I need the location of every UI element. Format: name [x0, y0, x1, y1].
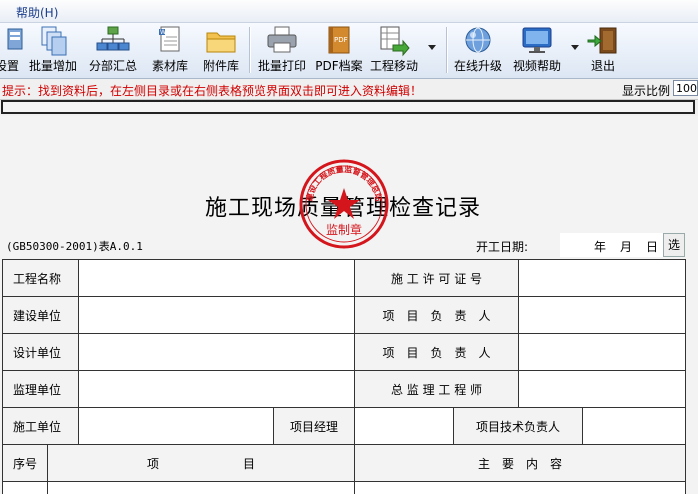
project-name-field[interactable] [78, 259, 355, 297]
pdf-archive-button[interactable]: PDF PDF档案 [314, 25, 364, 76]
supervision-unit-label: 监理单位 [2, 370, 79, 408]
tip-bar: 提示：找到资料后，在左侧目录或在右侧表格预览界面双击即可进入资料编辑！ 显示比例 [0, 79, 698, 100]
tech-lead-label: 项目技术负责人 [453, 407, 583, 445]
seal-text: 监制章 [326, 222, 362, 237]
supervision-seal-icon: 建设工程质量监督管理总站 监制章 [299, 159, 389, 249]
project-manager-field[interactable] [354, 407, 454, 445]
chief-engineer-label: 总 监 理 工 程 师 [354, 370, 519, 408]
col-no-header: 序号 [2, 444, 48, 482]
owner-lead-label: 项 目 负 责 人 [354, 296, 519, 334]
document-preview[interactable]: 施工现场质量管理检查记录 建设工程质量监督管理总站 监制章 (GB50300-2… [0, 116, 698, 494]
project-move-icon [380, 26, 410, 57]
table-row-item-cell[interactable] [47, 481, 355, 494]
menu-help[interactable]: 帮助(H) [16, 4, 58, 21]
date-day-label: 日 [646, 240, 659, 254]
design-lead-label: 项 目 负 责 人 [354, 333, 519, 371]
project-manager-label: 项目经理 [273, 407, 355, 445]
svg-text:W: W [160, 29, 166, 36]
project-name-label: 工程名称 [2, 259, 79, 297]
settings-button[interactable]: 设置 [0, 25, 23, 76]
batch-add-button[interactable]: 批量增加 [26, 25, 80, 76]
toolbar-separator [249, 27, 251, 73]
col-item-header: 项 目 [47, 444, 355, 482]
owner-unit-label: 建设单位 [2, 296, 79, 334]
material-library-icon: W [159, 26, 180, 52]
permit-no-field[interactable] [518, 259, 686, 297]
batch-print-button[interactable]: 批量打印 [254, 25, 310, 76]
date-select-button[interactable]: 选 [663, 233, 685, 257]
video-help-button[interactable]: 视频帮助 [510, 25, 564, 76]
start-date-label: 开工日期: [476, 240, 529, 254]
tip-text: 提示：找到资料后，在左侧目录或在右侧表格预览界面双击即可进入资料编辑！ [2, 84, 423, 98]
col-content-header: 主 要 内 容 [354, 444, 686, 482]
section-summary-button[interactable]: 分部汇总 [86, 25, 140, 76]
design-unit-field[interactable] [78, 333, 355, 371]
pdf-archive-icon: PDF [328, 26, 350, 54]
supervision-unit-field[interactable] [78, 370, 355, 408]
menu-bar: 帮助(H) [0, 0, 698, 23]
design-lead-field[interactable] [518, 333, 686, 371]
permit-no-label: 施 工 许 可 证 号 [354, 259, 519, 297]
exit-button[interactable]: 退出 [586, 25, 620, 76]
owner-unit-field[interactable] [78, 296, 355, 334]
table-row-no-cell[interactable] [2, 481, 48, 494]
table-row-content-cell[interactable] [354, 481, 686, 494]
date-year-label: 年 [594, 240, 607, 254]
toolbar: 设置 批量增加 分部汇总 W 素材库 附件库 批量打印 PDF PDF档案 工程… [0, 23, 698, 79]
tech-lead-field[interactable] [582, 407, 686, 445]
chief-engineer-field[interactable] [518, 370, 686, 408]
display-scale-label: 显示比例 [622, 84, 671, 98]
folder-icon [206, 32, 236, 53]
project-move-button[interactable]: 工程移动 [367, 25, 421, 76]
standard-code: (GB50300-2001)表A.0.1 [6, 240, 143, 253]
monitor-icon [522, 27, 552, 53]
batch-add-icon [41, 26, 67, 56]
owner-lead-field[interactable] [518, 296, 686, 334]
printer-icon [267, 26, 297, 53]
design-unit-label: 设计单位 [2, 333, 79, 371]
construction-unit-field[interactable] [78, 407, 274, 445]
date-month-label: 月 [620, 240, 633, 254]
svg-text:PDF: PDF [334, 36, 348, 44]
globe-icon [465, 27, 491, 53]
attachment-library-button[interactable]: 附件库 [198, 25, 244, 76]
document-header-strip [1, 100, 695, 114]
construction-unit-label: 施工单位 [2, 407, 79, 445]
project-move-dropdown-icon[interactable] [428, 45, 436, 50]
exit-door-icon [587, 27, 617, 54]
material-library-button[interactable]: W 素材库 [146, 25, 194, 76]
online-upgrade-button[interactable]: 在线升级 [451, 25, 505, 76]
tree-summary-icon [96, 26, 130, 51]
start-date-field[interactable]: 年 月 日 [560, 233, 663, 257]
toolbar-separator [446, 27, 448, 73]
video-help-dropdown-icon[interactable] [571, 45, 579, 50]
display-scale-input[interactable] [673, 80, 698, 96]
